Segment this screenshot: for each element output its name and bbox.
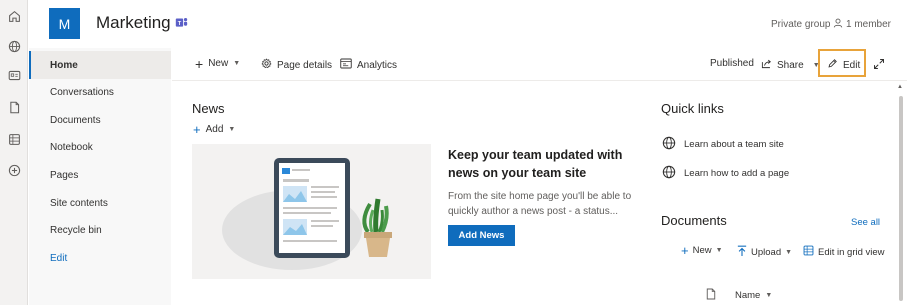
share-button[interactable]: Share ▼ (761, 58, 820, 72)
chevron-down-icon: ▼ (765, 292, 773, 299)
member-count[interactable]: 1 member (833, 18, 891, 31)
nav-edit-link[interactable]: Edit (29, 244, 171, 272)
quick-link-label: Learn how to add a page (684, 168, 790, 179)
svg-text:T: T (178, 21, 182, 27)
plus-icon: + (195, 55, 204, 72)
documents-name-column-header[interactable]: Name ▼ (706, 288, 772, 303)
teams-icon[interactable]: T (175, 16, 188, 29)
nav-item-home[interactable]: Home (29, 51, 171, 79)
nav-item-recycle-bin[interactable]: Recycle bin (29, 216, 171, 244)
gear-icon (261, 58, 272, 72)
add-news-button[interactable]: Add News (448, 225, 515, 246)
document-icon[interactable] (6, 99, 22, 115)
plus-icon: + (681, 242, 689, 258)
upload-button[interactable]: Upload ▼ (737, 245, 792, 260)
news-add-button[interactable]: + Add ▼ (193, 121, 236, 137)
analytics-label: Analytics (357, 59, 398, 71)
documents-new-button[interactable]: + New ▼ (681, 242, 723, 258)
name-column-label: Name (735, 290, 761, 301)
analytics-icon (340, 58, 352, 72)
published-status: Published (710, 58, 754, 69)
quick-links-heading: Quick links (661, 101, 724, 116)
site-title[interactable]: Marketing (96, 13, 171, 33)
expand-icon[interactable] (873, 58, 885, 70)
page-scrollbar[interactable]: ▲ (897, 82, 905, 305)
nav-item-site-contents[interactable]: Site contents (29, 189, 171, 217)
edit-grid-view-button[interactable]: Edit in grid view (803, 245, 885, 259)
chevron-down-icon: ▼ (715, 247, 723, 254)
nav-item-conversations[interactable]: Conversations (29, 78, 171, 106)
upload-icon (737, 245, 747, 260)
chevron-down-icon: ▼ (785, 249, 793, 256)
chevron-down-icon: ▼ (233, 60, 241, 67)
news-headline: Keep your team updated with news on your… (448, 148, 623, 180)
new-button[interactable]: + New ▼ (195, 55, 241, 72)
site-logo[interactable]: M (49, 8, 80, 39)
upload-label: Upload (751, 247, 782, 258)
list-icon[interactable] (6, 131, 22, 147)
share-label: Share (777, 59, 804, 71)
documents-heading: Documents (661, 213, 727, 228)
file-icon (706, 288, 716, 303)
globe-icon (662, 136, 676, 153)
chevron-down-icon: ▼ (228, 126, 236, 133)
add-icon[interactable] (6, 162, 22, 178)
nav-item-documents[interactable]: Documents (29, 106, 171, 134)
news-description: From the site home page you'll be able t… (448, 191, 632, 217)
grid-icon (803, 245, 814, 259)
analytics-button[interactable]: Analytics (340, 58, 397, 72)
quick-link-item[interactable]: Learn how to add a page (662, 165, 789, 182)
new-label: New (208, 58, 229, 69)
share-icon (761, 58, 772, 72)
scrollbar-thumb[interactable] (899, 96, 903, 301)
nav-item-notebook[interactable]: Notebook (29, 133, 171, 161)
globe-icon[interactable] (6, 38, 22, 54)
published-label: Published (710, 58, 754, 69)
quick-link-label: Learn about a team site (684, 139, 784, 150)
edit-grid-view-label: Edit in grid view (818, 246, 885, 258)
nav-item-pages[interactable]: Pages (29, 161, 171, 189)
edit-highlight-box (818, 49, 866, 77)
documents-new-label: New (692, 245, 712, 256)
app-rail (0, 0, 28, 305)
home-icon[interactable] (6, 8, 22, 24)
scroll-up-arrow-icon[interactable]: ▲ (897, 84, 903, 90)
news-icon[interactable] (6, 67, 22, 83)
site-logo-letter: M (58, 15, 71, 32)
globe-icon (662, 165, 676, 182)
privacy-label: Private group (771, 19, 831, 30)
member-count-label: 1 member (846, 19, 892, 30)
plus-icon: + (193, 121, 201, 137)
news-heading: News (192, 101, 225, 116)
news-add-label: Add (205, 124, 224, 135)
page-details-label: Page details (277, 59, 333, 71)
see-all-link[interactable]: See all (851, 217, 880, 228)
page-details-button[interactable]: Page details (261, 58, 332, 72)
command-bar: + New ▼ Page details Analytics Published… (172, 48, 907, 81)
quick-link-item[interactable]: Learn about a team site (662, 136, 784, 153)
left-navigation: Home Conversations Documents Notebook Pa… (29, 48, 171, 305)
news-illustration (192, 144, 431, 279)
person-icon (833, 18, 843, 31)
